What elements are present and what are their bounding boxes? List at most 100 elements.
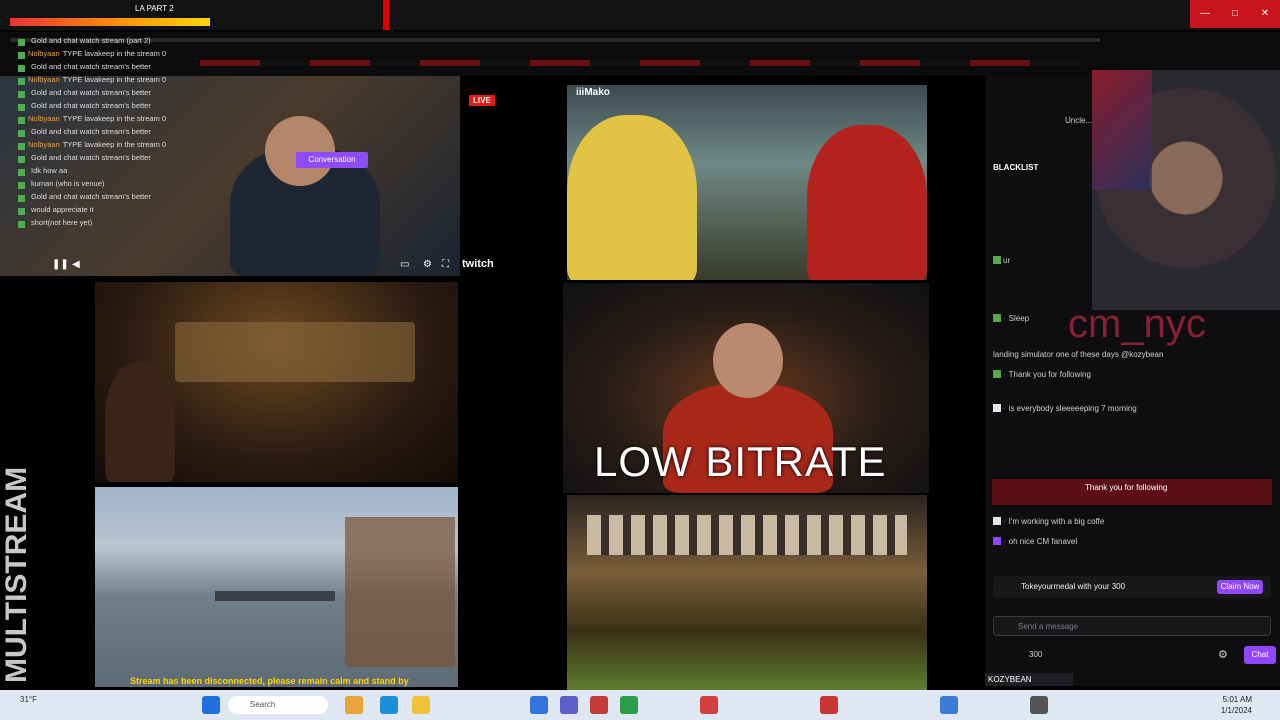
ship-shape [215, 591, 335, 601]
channel-points-text: Tokeyourmedal with your 300 [1021, 582, 1126, 591]
app-icon[interactable] [940, 696, 958, 714]
stream-tile-4[interactable] [567, 85, 927, 280]
overlay-chat-row: Idk how aa [0, 166, 250, 179]
badge-icon [18, 39, 25, 46]
overlay-chat-row: short(not here yet) [0, 218, 250, 231]
badge-icon [993, 404, 1001, 412]
person-red-shirt [807, 125, 927, 280]
flag-backdrop [1092, 70, 1152, 190]
chat-input-placeholder: Send a message [1018, 622, 1079, 631]
chrome-icon[interactable] [620, 696, 638, 714]
disconnect-caption: Stream has been disconnected, please rem… [130, 676, 409, 686]
badge-icon [18, 208, 25, 215]
chat-settings-icon[interactable]: ⚙ [1218, 648, 1228, 661]
chat-message: · oh nice CM fanavel [993, 537, 1273, 546]
overlay-chat-row: kuman (who is venue) [0, 179, 250, 192]
overlay-chat-row: Gold and chat watch stream's better [0, 101, 250, 114]
taskbar-search[interactable]: Search [228, 696, 328, 714]
badge-icon [993, 517, 1001, 525]
widgets-icon[interactable] [345, 696, 363, 714]
chat-send-button[interactable]: Chat [1244, 646, 1276, 664]
badge-icon [18, 65, 25, 72]
app-icon[interactable] [1030, 696, 1048, 714]
streamer-cam [345, 517, 455, 667]
stream-tile-2[interactable] [95, 282, 458, 482]
channel-points-count[interactable]: 300 [1029, 650, 1042, 659]
chat-message: landing simulator one of these days @koz… [993, 350, 1164, 359]
start-icon[interactable] [202, 696, 220, 714]
close-button[interactable]: ✕ [1250, 0, 1280, 28]
badge-icon [18, 156, 25, 163]
weather-widget[interactable]: 31°F [20, 695, 37, 704]
overlay-chat-row: Nolbyaan TYPE lavakeep in the stream 0 [0, 49, 250, 62]
stream-watermark: iiiMako [576, 87, 610, 98]
record-indicator [383, 0, 389, 30]
stream-tile-3[interactable] [95, 487, 458, 687]
bar-lights [175, 322, 415, 382]
stream-tile-6[interactable] [567, 495, 927, 690]
window-titlebar: LA PART 2 — □ ✕ [0, 0, 1280, 30]
crowd-figure [105, 362, 175, 482]
overlay-chat-row: Gold and chat watch stream's better [0, 88, 250, 101]
obs-icon[interactable] [590, 696, 608, 714]
overlay-chat-row: Nolbyaan TYPE lavakeep in the stream 0 [0, 140, 250, 153]
window-title: LA PART 2 [135, 4, 174, 13]
live-badge: LIVE [469, 95, 495, 106]
chat-message: · Thank you for following [993, 370, 1273, 379]
fullscreen-icon[interactable]: ⛶ [442, 259, 449, 270]
browser-tabs[interactable] [200, 60, 1080, 66]
conversation-button[interactable]: Conversation [296, 152, 368, 168]
channel-name-tag: KOZYBEAN [985, 673, 1073, 686]
chat-header: BLACKLIST [993, 163, 1039, 172]
claim-button[interactable]: Claim Now [1217, 580, 1263, 594]
chat-input[interactable]: Send a message [993, 616, 1271, 636]
badge-icon [18, 169, 25, 176]
badge-icon [993, 370, 1001, 378]
badge-icon [18, 91, 25, 98]
streamer-webcam [1092, 70, 1280, 310]
twitch-logo: twitch [462, 258, 494, 270]
badge-icon [993, 256, 1001, 264]
chat-message: Thank you for following [1085, 483, 1168, 492]
tent-roof [587, 515, 907, 555]
badge-icon [18, 52, 25, 59]
streamer-face [265, 116, 335, 186]
badge-icon [18, 117, 25, 124]
overlay-chat-row: Gold and chat watch stream's better [0, 127, 250, 140]
clock-date: 1/1/2024 [1220, 706, 1252, 715]
webcam-overlay-text: cm_nyc [1068, 302, 1206, 346]
badge-icon [18, 195, 25, 202]
volume-meter [10, 18, 210, 26]
settings-icon[interactable]: ⚙ [423, 259, 432, 270]
overlay-chat-row: Nolbyaan TYPE lavakeep in the stream 0 [0, 114, 250, 127]
minimize-button[interactable]: — [1190, 0, 1220, 28]
edge-icon[interactable] [380, 696, 398, 714]
taskbar-clock[interactable]: 5:01 AM 1/1/2024 [1221, 694, 1252, 716]
badge-icon [18, 143, 25, 150]
windows-taskbar: 31°F Search 5:01 AM 1/1/2024 [0, 690, 1280, 720]
app-icon[interactable] [820, 696, 838, 714]
overlay-chat-row: Gold and chat watch stream (part 2) [0, 36, 250, 49]
badge-icon [18, 78, 25, 85]
overlay-chat-row: would appreciate it [0, 205, 250, 218]
browser-icon[interactable] [700, 696, 718, 714]
overlay-chat-row: Gold and chat watch stream's better [0, 192, 250, 205]
teams-icon[interactable] [560, 696, 578, 714]
low-bitrate-overlay: LOW BITRATE [594, 438, 887, 485]
captions-icon[interactable]: ▭ [400, 259, 409, 270]
clock-time: 5:01 AM [1222, 695, 1252, 704]
overlay-chat-row: Gold and chat watch stream's better [0, 62, 250, 75]
maximize-button[interactable]: □ [1220, 0, 1250, 28]
overlay-chat: Gold and chat watch stream (part 2) Nolb… [0, 36, 250, 266]
app-icon[interactable] [530, 696, 548, 714]
badge-icon [18, 104, 25, 111]
overlay-chat-row: Nolbyaan TYPE lavakeep in the stream 0 [0, 75, 250, 88]
badge-icon [18, 182, 25, 189]
badge-icon [18, 221, 25, 228]
folder-icon[interactable] [412, 696, 430, 714]
badge-icon [993, 537, 1001, 545]
multistream-label: MULTISTREAM [0, 466, 33, 683]
person-yellow-jersey [567, 115, 697, 280]
chat-message: · is everybody sleeeeeping 7 morning [993, 404, 1273, 413]
overlay-chat-row: Gold and chat watch stream's better [0, 153, 250, 166]
